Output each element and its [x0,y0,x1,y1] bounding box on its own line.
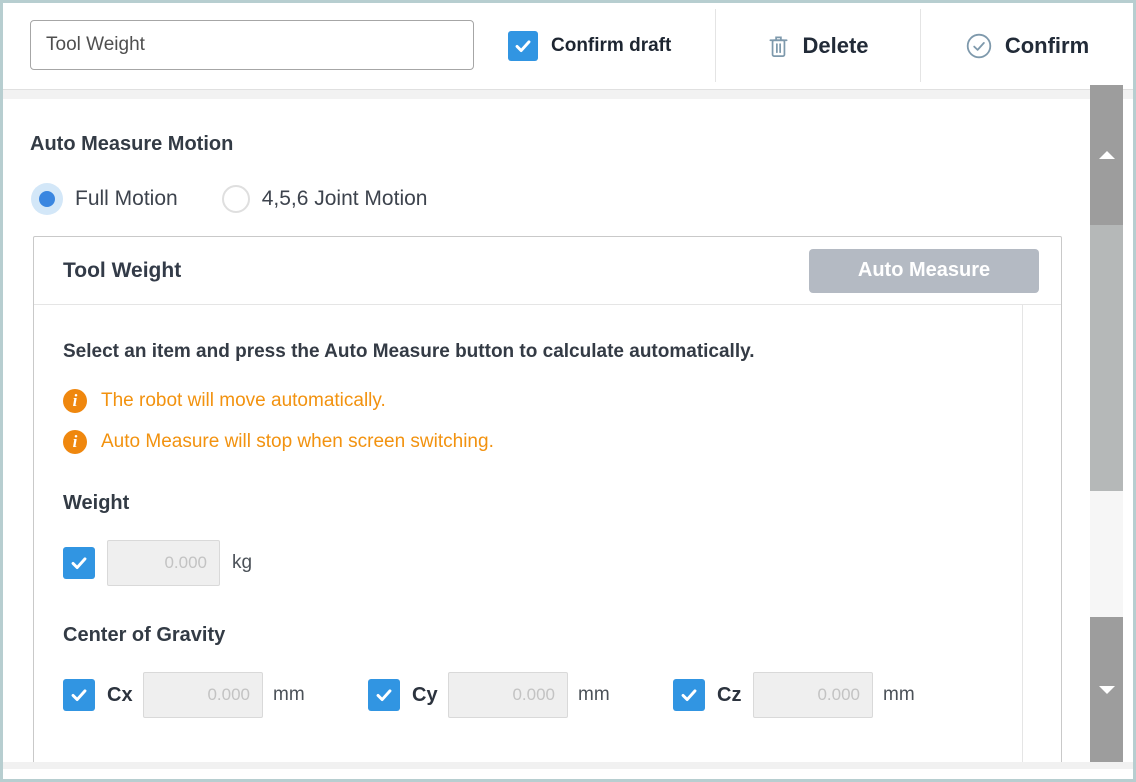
radio-full-motion-label: Full Motion [75,187,178,211]
center-of-gravity-row: Cx mm Cy mm [63,672,993,718]
cx-label: Cx [107,684,143,707]
cx-unit-label: mm [273,684,305,706]
cz-checkbox[interactable] [673,679,705,711]
confirm-draft-checkbox[interactable] [508,31,538,61]
center-of-gravity-title: Center of Gravity [63,624,993,647]
check-icon [68,684,90,706]
tool-weight-screen: Confirm draft Delete Confirm Auto Measur… [0,0,1136,782]
cy-unit-label: mm [578,684,610,706]
cy-checkbox[interactable] [368,679,400,711]
bottom-strip [3,762,1133,769]
instruction-text: Select an item and press the Auto Measur… [63,341,993,363]
tool-weight-panel: Tool Weight Auto Measure Select an item … [33,236,1062,765]
radio-unselected-icon[interactable] [222,185,250,213]
warning-row: i Auto Measure will stop when screen swi… [63,430,993,454]
cx-checkbox[interactable] [63,679,95,711]
warning-text: The robot will move automatically. [101,390,386,412]
radio-dot [39,191,55,207]
weight-checkbox[interactable] [63,547,95,579]
delete-label: Delete [802,33,868,59]
weight-section-title: Weight [63,492,993,515]
radio-456-joint-motion[interactable]: 4,5,6 Joint Motion [222,185,428,213]
triangle-down-icon [1099,686,1115,694]
confirm-draft-label: Confirm draft [551,35,671,57]
radio-full-motion[interactable]: Full Motion [31,183,178,215]
warning-text: Auto Measure will stop when screen switc… [101,431,494,453]
cy-input[interactable] [448,672,568,718]
confirm-label: Confirm [1005,33,1089,59]
panel-body: Select an item and press the Auto Measur… [34,305,1061,718]
trash-icon [767,34,790,59]
cx-input[interactable] [143,672,263,718]
warning-row: i The robot will move automatically. [63,389,993,413]
check-icon [68,552,90,574]
header-gap-strip [3,90,1133,99]
auto-measure-button[interactable]: Auto Measure [809,249,1039,293]
delete-button[interactable]: Delete [716,3,920,89]
cz-input[interactable] [753,672,873,718]
motion-radio-row: Full Motion 4,5,6 Joint Motion [31,183,427,215]
weight-unit-label: kg [232,552,252,574]
auto-measure-motion-title: Auto Measure Motion [30,133,233,156]
cog-group-cz: Cz mm [673,672,978,718]
check-icon [512,35,534,57]
content-area: Auto Measure Motion Full Motion 4,5,6 Jo… [3,99,1133,782]
radio-456-joint-motion-label: 4,5,6 Joint Motion [262,187,428,211]
cz-unit-label: mm [883,684,915,706]
toolbar: Confirm draft Delete Confirm [3,3,1133,90]
cy-label: Cy [412,684,448,707]
tool-name-input[interactable] [30,20,474,70]
check-icon [678,684,700,706]
check-circle-icon [965,32,993,60]
weight-input[interactable] [107,540,220,586]
weight-input-row: kg [63,540,993,586]
vertical-scrollbar[interactable] [1090,85,1123,763]
triangle-up-icon [1099,151,1115,159]
info-icon: i [63,430,87,454]
cog-group-cx: Cx mm [63,672,368,718]
scroll-up-button[interactable] [1090,85,1123,225]
panel-title: Tool Weight [63,259,181,283]
check-icon [373,684,395,706]
confirm-draft-checkbox-group[interactable]: Confirm draft [508,3,671,89]
panel-header: Tool Weight Auto Measure [34,237,1061,305]
scrollbar-track[interactable] [1090,491,1123,617]
confirm-button[interactable]: Confirm [921,3,1133,89]
cog-group-cy: Cy mm [368,672,673,718]
cz-label: Cz [717,684,753,707]
radio-selected-icon[interactable] [31,183,63,215]
info-icon: i [63,389,87,413]
scroll-down-button[interactable] [1090,617,1123,763]
scrollbar-thumb[interactable] [1090,225,1123,491]
